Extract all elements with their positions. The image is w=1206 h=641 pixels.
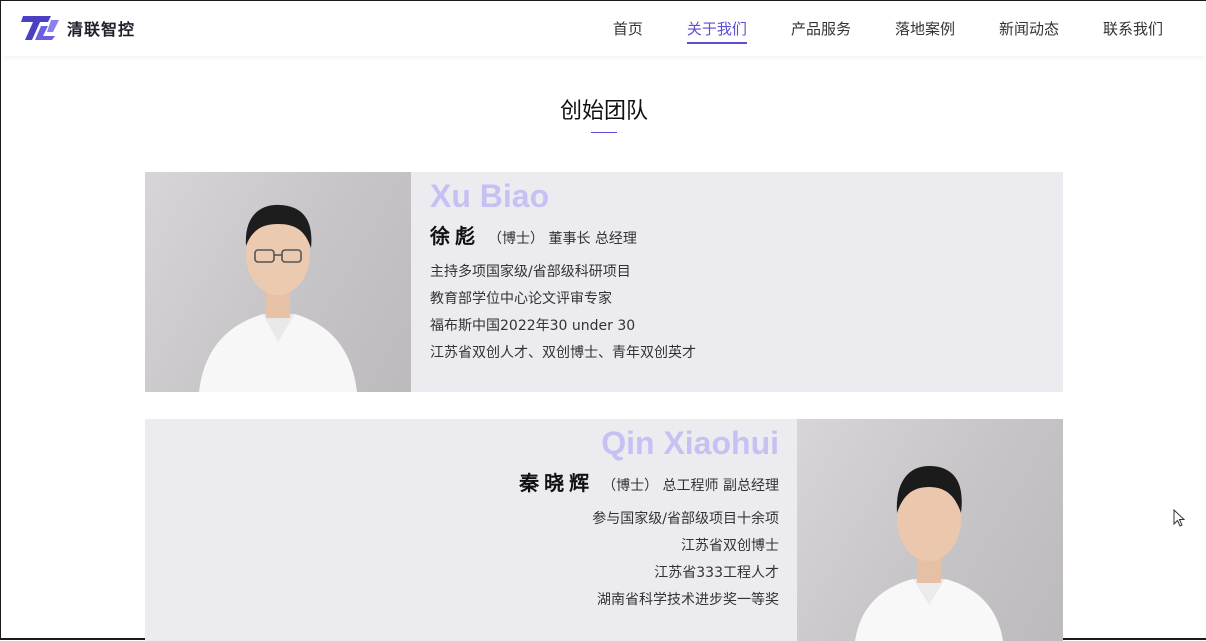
brand-logo[interactable]: 清联智控 — [21, 14, 135, 42]
member-cn-name: 秦晓辉 — [519, 471, 595, 495]
achievement-item: 主持多项国家级/省部级科研项目 — [430, 264, 631, 280]
member-title: （博士） 董事长 总经理 — [488, 231, 637, 247]
section-title: 创始团队 — [559, 99, 648, 124]
achievement-item: 江苏省双创人才、双创博士、青年双创英才 — [430, 345, 696, 361]
member-achievements: 主持多项国家级/省部级科研项目 教育部学位中心论文评审专家 福布斯中国2022年… — [430, 259, 696, 367]
nav-item-products[interactable]: 产品服务 — [791, 18, 851, 39]
achievement-item: 江苏省333工程人才 — [654, 565, 779, 581]
nav-item-about[interactable]: 关于我们 — [686, 18, 747, 44]
person-portrait-icon — [855, 465, 1003, 641]
member-info-2: Qin Xiaohui 秦晓辉 （博士） 总工程师 副总经理 参与国家级/省部级… — [519, 419, 779, 614]
achievement-item: 湖南省科学技术进步奖一等奖 — [597, 592, 779, 608]
member-name-line: 徐彪 （博士） 董事长 总经理 — [430, 220, 696, 249]
achievement-item: 福布斯中国2022年30 under 30 — [430, 318, 636, 334]
achievement-item: 江苏省双创博士 — [681, 538, 779, 554]
member-en-name: Xu Biao — [430, 178, 550, 214]
title-divider — [591, 132, 617, 133]
member-achievements: 参与国家级/省部级项目十余项 江苏省双创博士 江苏省333工程人才 湖南省科学技… — [519, 506, 779, 614]
logo-mark-icon — [21, 16, 59, 40]
nav-item-news[interactable]: 新闻动态 — [999, 18, 1059, 39]
member-title: （博士） 总工程师 副总经理 — [602, 478, 779, 494]
nav-item-contact[interactable]: 联系我们 — [1103, 18, 1163, 39]
member-cn-name: 徐彪 — [430, 224, 480, 248]
person-portrait-icon — [199, 204, 357, 392]
member-info-1: Xu Biao 徐彪 （博士） 董事长 总经理 主持多项国家级/省部级科研项目 … — [430, 172, 696, 367]
brand-name: 清联智控 — [67, 20, 136, 39]
achievement-item: 教育部学位中心论文评审专家 — [430, 291, 612, 307]
site-header: 清联智控 首页 关于我们 产品服务 落地案例 新闻动态 联系我们 — [1, 1, 1206, 56]
member-photo-1 — [145, 172, 411, 392]
mouse-pointer-icon — [1173, 509, 1185, 527]
nav-item-home[interactable]: 首页 — [613, 18, 643, 39]
member-card-2: Qin Xiaohui 秦晓辉 （博士） 总工程师 副总经理 参与国家级/省部级… — [145, 419, 1063, 641]
member-en-name: Qin Xiaohui — [601, 425, 779, 461]
member-name-line: 秦晓辉 （博士） 总工程师 副总经理 — [519, 467, 779, 496]
member-card-1: Xu Biao 徐彪 （博士） 董事长 总经理 主持多项国家级/省部级科研项目 … — [145, 172, 1063, 392]
member-photo-2 — [797, 419, 1063, 641]
main-nav: 首页 关于我们 产品服务 落地案例 新闻动态 联系我们 — [569, 1, 1163, 56]
achievement-item: 参与国家级/省部级项目十余项 — [592, 511, 779, 527]
nav-item-cases[interactable]: 落地案例 — [895, 18, 955, 39]
